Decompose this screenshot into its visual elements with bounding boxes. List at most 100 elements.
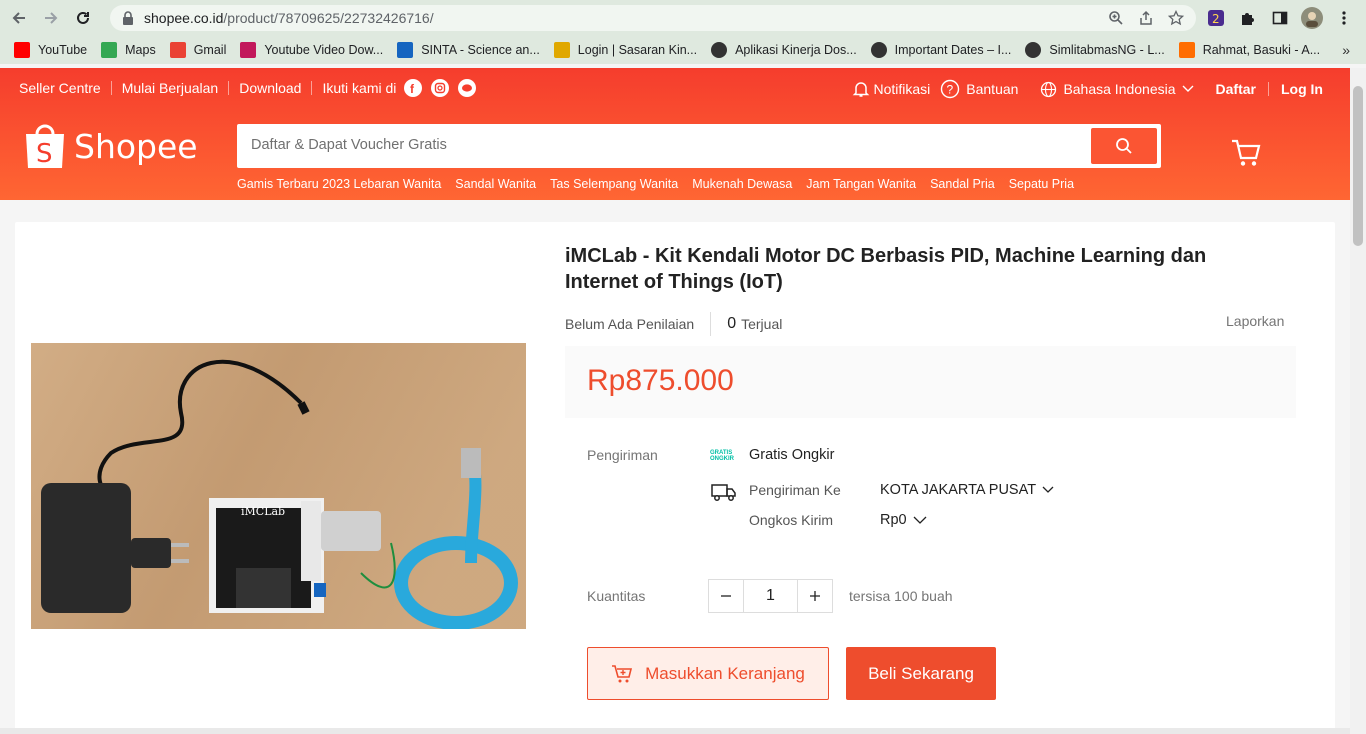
line-icon[interactable] (458, 79, 477, 97)
report-link[interactable]: Laporkan (1226, 313, 1284, 329)
sinta-icon (397, 42, 414, 58)
globe-icon (711, 42, 728, 58)
help-link[interactable]: ? Bantuan (940, 79, 1018, 99)
profile-avatar[interactable] (1301, 7, 1323, 29)
sold-count: 0 (727, 315, 737, 332)
suggestion-link[interactable]: Mukenah Dewasa (692, 177, 792, 191)
sidepanel-icon[interactable] (1269, 7, 1291, 29)
product-price: Rp875.000 (587, 364, 734, 397)
topnav-left: Seller Centre Mulai Berjualan Download I… (19, 79, 477, 97)
browser-toolbar: shopee.co.id/product/78709625/2273242671… (0, 0, 1366, 36)
suggestion-link[interactable]: Sandal Wanita (455, 177, 536, 191)
search-bar[interactable]: Daftar & Dapat Voucher Gratis (237, 124, 1161, 168)
logo-text: Shopee (74, 126, 198, 166)
gmail-icon (169, 42, 186, 58)
bookmark-item[interactable]: YouTube (14, 42, 87, 58)
chevron-down-icon (1182, 85, 1194, 92)
suggestion-link[interactable]: Jam Tangan Wanita (806, 177, 916, 191)
facebook-icon[interactable]: f (404, 79, 423, 97)
puzzle-icon[interactable] (1237, 7, 1259, 29)
svg-text:2: 2 (1212, 12, 1220, 26)
suggestion-link[interactable]: Sandal Pria (930, 177, 995, 191)
bookmark-label: SimlitabmasNG - L... (1049, 43, 1165, 57)
add-to-cart-button[interactable]: Masukkan Keranjang (587, 647, 829, 700)
start-selling-link[interactable]: Mulai Berjualan (122, 80, 219, 96)
forward-icon[interactable] (38, 5, 64, 31)
search-input[interactable]: Daftar & Dapat Voucher Gratis (251, 137, 447, 153)
quantity-label: Kuantitas (587, 588, 646, 604)
instagram-icon[interactable] (431, 79, 450, 97)
reload-icon[interactable] (70, 5, 96, 31)
login-link[interactable]: Log In (1281, 81, 1323, 97)
bookmarks-more[interactable]: » (1342, 42, 1350, 58)
globe-icon (1025, 42, 1042, 58)
help-icon: ? (941, 79, 960, 99)
lock-icon (123, 11, 133, 25)
bookmark-item[interactable]: SINTA - Science an... (397, 42, 540, 58)
product-meta: Belum Ada Penilaian 0 Terjual (565, 312, 782, 336)
bookmark-label: YouTube (38, 43, 88, 57)
zoom-icon[interactable] (1108, 10, 1124, 26)
bookmark-item[interactable]: Youtube Video Dow... (240, 42, 383, 58)
shopee-logo[interactable]: S Shopee (24, 122, 198, 170)
search-icon (1116, 138, 1132, 154)
decrease-quantity-button[interactable] (709, 580, 743, 612)
buy-now-button[interactable]: Beli Sekarang (846, 647, 996, 700)
suggestion-link[interactable]: Gamis Terbaru 2023 Lebaran Wanita (237, 177, 441, 191)
cart-add-icon (612, 664, 633, 682)
address-bar[interactable]: shopee.co.id/product/78709625/2273242671… (110, 5, 1196, 31)
bookmark-item[interactable]: Rahmat, Basuki - A... (1178, 42, 1320, 58)
share-icon[interactable] (1138, 10, 1154, 26)
download-icon (240, 42, 257, 58)
bookmark-star-icon[interactable] (1167, 9, 1185, 26)
bookmark-label: Important Dates – I... (894, 43, 1012, 57)
register-link[interactable]: Daftar (1216, 81, 1256, 97)
scrollbar-thumb[interactable] (1353, 86, 1363, 246)
search-button[interactable] (1091, 128, 1157, 164)
shipping-cost-value: Rp0 (880, 512, 907, 528)
bookmark-item[interactable]: Maps (101, 42, 156, 58)
download-link[interactable]: Download (239, 80, 301, 96)
shopee-header: Seller Centre Mulai Berjualan Download I… (0, 68, 1350, 200)
bookmark-item[interactable]: Gmail (169, 42, 227, 58)
bookmark-item[interactable]: Important Dates – I... (870, 42, 1012, 58)
svg-text:?: ? (947, 83, 954, 97)
shipping-cost-dropdown[interactable]: Rp0 (880, 512, 927, 528)
extension-icon[interactable]: 2 (1205, 7, 1227, 29)
truck-icon (711, 484, 736, 501)
seller-centre-link[interactable]: Seller Centre (19, 80, 101, 96)
notifications-link[interactable]: Notifikasi (852, 80, 930, 98)
shipping-cost-label: Ongkos Kirim (749, 512, 834, 528)
bookmark-item[interactable]: SimlitabmasNG - L... (1025, 42, 1165, 58)
globe-icon (870, 42, 887, 58)
bookmark-label: Aplikasi Kinerja Dos... (735, 43, 857, 57)
rating-status[interactable]: Belum Ada Penilaian (565, 316, 694, 332)
page-bottom (0, 728, 1350, 734)
sc-icon (1178, 42, 1195, 58)
product-image[interactable]: iMCLab (31, 343, 526, 629)
maps-icon (101, 42, 118, 58)
menu-dots-icon[interactable] (1333, 7, 1355, 29)
bookmark-item[interactable]: Login | Sasaran Kin... (553, 42, 698, 58)
sold-label: Terjual (741, 316, 783, 332)
bookmark-label: Youtube Video Dow... (264, 43, 384, 57)
shipping-destination-dropdown[interactable]: KOTA JAKARTA PUSAT (880, 482, 1054, 498)
topnav-right: Notifikasi ? Bantuan Bahasa Indonesia Da… (842, 79, 1323, 99)
suggestion-link[interactable]: Tas Selempang Wanita (550, 177, 678, 191)
stock-text: tersisa 100 buah (849, 588, 953, 604)
increase-quantity-button[interactable] (798, 580, 832, 612)
quantity-input[interactable]: 1 (743, 580, 798, 612)
chevron-down-icon (913, 516, 927, 524)
language-selector[interactable]: Bahasa Indonesia (1040, 81, 1194, 98)
product-title: iMCLab - Kit Kendali Motor DC Berbasis P… (565, 245, 1207, 293)
login-icon (553, 42, 570, 58)
bookmark-item[interactable]: Aplikasi Kinerja Dos... (711, 42, 857, 58)
shipping-label: Pengiriman (587, 447, 658, 463)
bookmark-label: Gmail (193, 43, 227, 57)
cart-icon[interactable] (1230, 138, 1262, 173)
svg-text:S: S (36, 139, 53, 169)
suggestion-link[interactable]: Sepatu Pria (1009, 177, 1074, 191)
bookmark-label: Login | Sasaran Kin... (577, 43, 698, 57)
back-icon[interactable] (6, 5, 32, 31)
globe-icon (1041, 81, 1057, 97)
